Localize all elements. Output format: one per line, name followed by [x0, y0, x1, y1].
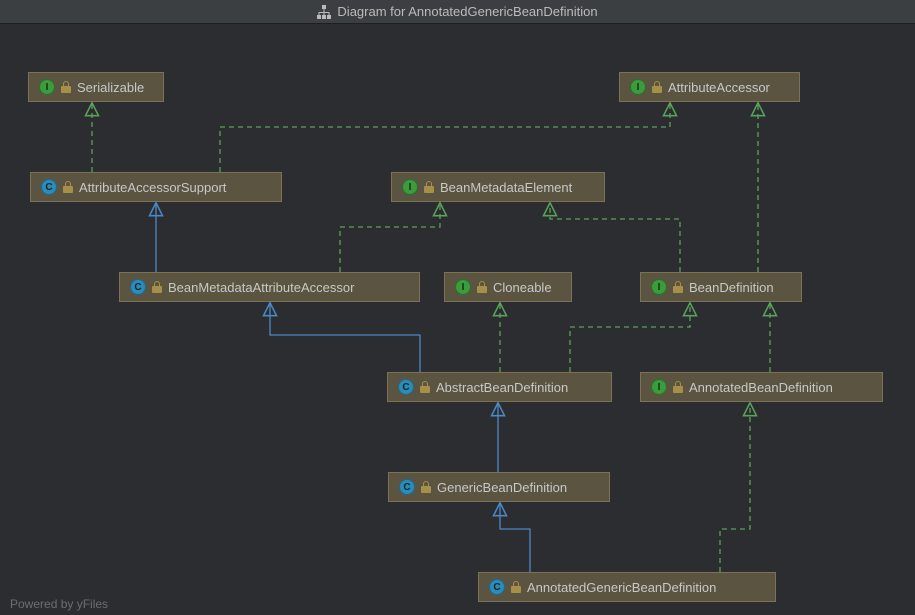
- node-bean-metadata-element[interactable]: I BeanMetadataElement: [391, 172, 605, 202]
- edge-beanDefinition-beanMetaElement: [550, 204, 680, 272]
- interface-icon: I: [630, 79, 646, 95]
- node-label: AttributeAccessorSupport: [79, 180, 226, 195]
- node-label: AbstractBeanDefinition: [436, 380, 568, 395]
- node-bean-definition[interactable]: I BeanDefinition: [640, 272, 802, 302]
- class-icon: C: [398, 379, 414, 395]
- lock-icon: [673, 281, 683, 293]
- node-label: BeanMetadataAttributeAccessor: [168, 280, 354, 295]
- class-icon: C: [489, 579, 505, 595]
- class-icon: C: [41, 179, 57, 195]
- interface-icon: I: [402, 179, 418, 195]
- node-label: GenericBeanDefinition: [437, 480, 567, 495]
- node-label: Serializable: [77, 80, 144, 95]
- titlebar: Diagram for AnnotatedGenericBeanDefiniti…: [0, 0, 915, 24]
- edge-bmaa-beanMetaElement: [340, 204, 440, 272]
- class-icon: C: [130, 279, 146, 295]
- node-generic-bean-definition[interactable]: C GenericBeanDefinition: [388, 472, 610, 502]
- node-attribute-accessor-support[interactable]: C AttributeAccessorSupport: [30, 172, 282, 202]
- hierarchy-icon: [317, 5, 331, 19]
- lock-icon: [152, 281, 162, 293]
- node-cloneable[interactable]: I Cloneable: [444, 272, 572, 302]
- node-label: AnnotatedGenericBeanDefinition: [527, 580, 716, 595]
- edge-annGenericBD-genericBD: [500, 504, 530, 572]
- interface-icon: I: [651, 279, 667, 295]
- page-title: Diagram for AnnotatedGenericBeanDefiniti…: [337, 4, 597, 19]
- node-serializable[interactable]: I Serializable: [28, 72, 164, 102]
- diagram-canvas[interactable]: I Serializable I AttributeAccessor C Att…: [0, 24, 915, 615]
- node-label: BeanMetadataElement: [440, 180, 572, 195]
- node-label: AnnotatedBeanDefinition: [689, 380, 833, 395]
- edge-abstractBD-beanDefinition: [570, 304, 690, 372]
- node-attribute-accessor[interactable]: I AttributeAccessor: [619, 72, 800, 102]
- edge-attrAccSupport-attributeAccessor: [220, 104, 670, 172]
- node-abstract-bean-definition[interactable]: C AbstractBeanDefinition: [387, 372, 612, 402]
- lock-icon: [424, 181, 434, 193]
- node-label: BeanDefinition: [689, 280, 774, 295]
- node-bmaa[interactable]: C BeanMetadataAttributeAccessor: [119, 272, 420, 302]
- node-annotated-bean-definition[interactable]: I AnnotatedBeanDefinition: [640, 372, 883, 402]
- lock-icon: [421, 481, 431, 493]
- lock-icon: [61, 81, 71, 93]
- interface-icon: I: [39, 79, 55, 95]
- lock-icon: [477, 281, 487, 293]
- powered-by-label: Powered by yFiles: [10, 597, 108, 611]
- edges-layer: [0, 24, 915, 615]
- lock-icon: [511, 581, 521, 593]
- lock-icon: [63, 181, 73, 193]
- node-label: Cloneable: [493, 280, 552, 295]
- lock-icon: [652, 81, 662, 93]
- interface-icon: I: [651, 379, 667, 395]
- lock-icon: [673, 381, 683, 393]
- lock-icon: [420, 381, 430, 393]
- interface-icon: I: [455, 279, 471, 295]
- node-annotated-generic-bean-definition[interactable]: C AnnotatedGenericBeanDefinition: [478, 572, 776, 602]
- edge-abstractBD-bmaa: [270, 304, 420, 372]
- edge-annGenericBD-annotatedBD: [720, 404, 750, 572]
- node-label: AttributeAccessor: [668, 80, 770, 95]
- class-icon: C: [399, 479, 415, 495]
